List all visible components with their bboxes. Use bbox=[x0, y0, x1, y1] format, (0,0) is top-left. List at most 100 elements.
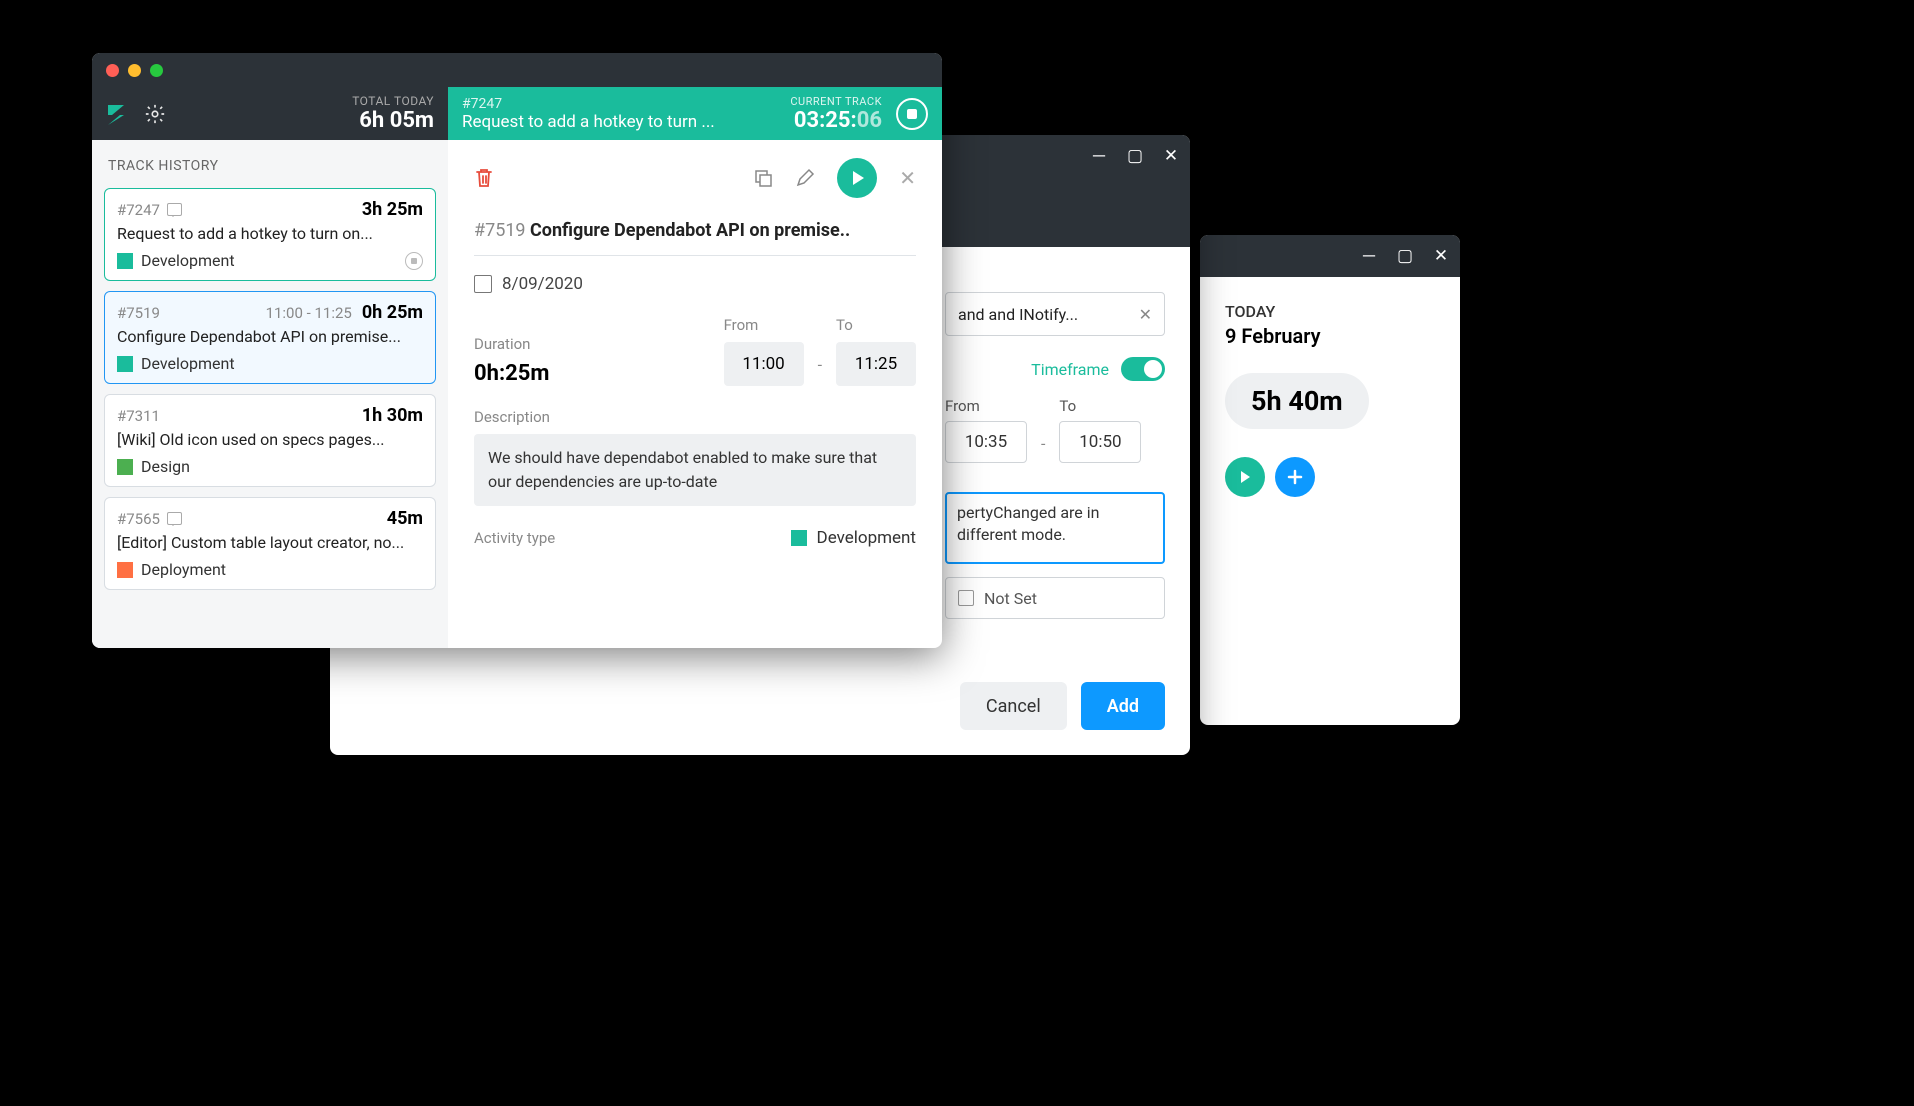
track-tag: Deployment bbox=[117, 560, 423, 579]
current-left: #7247 Request to add a hotkey to turn ..… bbox=[462, 96, 715, 132]
delete-icon[interactable] bbox=[474, 167, 494, 189]
maximize-icon[interactable]: ▢ bbox=[1126, 147, 1144, 165]
play-button[interactable] bbox=[1225, 457, 1265, 497]
duration-grid: Duration 0h:25m From 11:00 - To 11:25 bbox=[474, 316, 916, 386]
to-label: To bbox=[836, 316, 916, 334]
to-input[interactable]: 10:50 bbox=[1059, 421, 1141, 463]
mac-titlebar bbox=[92, 53, 942, 87]
date-row[interactable]: 8/09/2020 bbox=[474, 274, 916, 294]
track-title: [Editor] Custom table layout creator, no… bbox=[117, 533, 423, 552]
tag-square-icon bbox=[117, 253, 133, 269]
track-title: Configure Dependabot API on premise... bbox=[117, 327, 423, 346]
track-id: #7247 bbox=[117, 201, 182, 219]
track-row1: #7247 3h 25m bbox=[117, 199, 423, 220]
dash: - bbox=[1041, 434, 1045, 463]
comment-icon bbox=[167, 203, 182, 216]
detail-pane: ✕ #7519 Configure Dependabot API on prem… bbox=[448, 140, 942, 648]
activity-row: Activity type Development bbox=[474, 528, 916, 548]
current-label: CURRENT TRACK bbox=[790, 95, 882, 108]
description-text: We should have dependabot enabled to mak… bbox=[474, 434, 916, 506]
close-icon[interactable]: ✕ bbox=[1162, 147, 1180, 165]
tag-square-icon bbox=[791, 530, 807, 546]
close-dot[interactable] bbox=[106, 64, 119, 77]
timeframe-toggle[interactable] bbox=[1121, 357, 1165, 381]
minimize-icon[interactable]: ─ bbox=[1360, 247, 1378, 265]
from-col: From 10:35 bbox=[945, 397, 1027, 463]
track-card[interactable]: #7247 3h 25m Request to add a hotkey to … bbox=[104, 188, 436, 281]
track-card[interactable]: #7311 1h 30m [Wiki] Old icon used on spe… bbox=[104, 394, 436, 487]
cancel-button[interactable]: Cancel bbox=[960, 682, 1067, 730]
track-tag: Development bbox=[117, 251, 235, 270]
search-box[interactable]: and and INotify... ✕ bbox=[945, 292, 1165, 336]
play-button[interactable] bbox=[837, 158, 877, 198]
description-label: Description bbox=[474, 408, 916, 426]
play-icon bbox=[1238, 470, 1252, 484]
today-actions bbox=[1225, 457, 1435, 497]
minimize-icon[interactable]: ─ bbox=[1090, 147, 1108, 165]
to-value[interactable]: 11:25 bbox=[836, 342, 916, 386]
add-button[interactable] bbox=[1275, 457, 1315, 497]
track-duration: 1h 30m bbox=[362, 405, 423, 426]
from-col: From 11:00 bbox=[724, 316, 804, 386]
detail-id: #7519 bbox=[474, 220, 526, 241]
mini-stop-icon[interactable] bbox=[405, 252, 423, 270]
header-left: TOTAL TODAY 6h 05m bbox=[92, 87, 448, 140]
track-title: [Wiki] Old icon used on specs pages... bbox=[117, 430, 423, 449]
maximize-dot[interactable] bbox=[150, 64, 163, 77]
track-card[interactable]: #7519 11:00 - 11:250h 25m Configure Depe… bbox=[104, 291, 436, 384]
description-input[interactable]: pertyChanged are in different mode. bbox=[945, 492, 1165, 564]
duration-value: 0h:25m bbox=[474, 361, 710, 386]
today-body: TODAY 9 February 5h 40m bbox=[1200, 277, 1460, 522]
titlebar: ─ ▢ ✕ bbox=[1200, 235, 1460, 277]
checkbox-icon bbox=[958, 590, 974, 606]
track-duration: 3h 25m bbox=[362, 199, 423, 220]
total-value: 6h 05m bbox=[352, 108, 434, 133]
clear-icon[interactable]: ✕ bbox=[1139, 305, 1152, 324]
stop-button[interactable] bbox=[896, 98, 928, 130]
track-id: #7565 bbox=[117, 510, 182, 528]
tag-square-icon bbox=[117, 562, 133, 578]
current-id: #7247 bbox=[462, 96, 715, 112]
detail-actions: ✕ bbox=[474, 158, 916, 198]
copy-icon[interactable] bbox=[753, 168, 773, 188]
maximize-icon[interactable]: ▢ bbox=[1396, 247, 1414, 265]
add-button[interactable]: Add bbox=[1081, 682, 1165, 730]
edit-icon[interactable] bbox=[795, 168, 815, 188]
today-date: 9 February bbox=[1225, 324, 1435, 348]
track-card[interactable]: #7565 45m [Editor] Custom table layout c… bbox=[104, 497, 436, 590]
track-duration: 45m bbox=[387, 508, 423, 529]
body: TRACK HISTORY #7247 3h 25m Request to ad… bbox=[92, 140, 942, 648]
track-range: 11:00 - 11:25 bbox=[266, 304, 352, 322]
activity-select[interactable]: Not Set bbox=[945, 577, 1165, 619]
buttons-row: Cancel Add bbox=[960, 682, 1165, 730]
notset-label: Not Set bbox=[984, 589, 1037, 608]
comment-icon bbox=[167, 512, 182, 525]
search-value: and and INotify... bbox=[958, 305, 1078, 324]
today-total: 5h 40m bbox=[1225, 373, 1369, 429]
to-label: To bbox=[1059, 397, 1141, 415]
from-value[interactable]: 11:00 bbox=[724, 342, 804, 386]
duration-label: Duration bbox=[474, 335, 710, 353]
duration-col: Duration 0h:25m bbox=[474, 335, 710, 386]
current-right: CURRENT TRACK 03:25:06 bbox=[790, 95, 928, 133]
actions-right: ✕ bbox=[753, 158, 916, 198]
track-row1: #7565 45m bbox=[117, 508, 423, 529]
timeframe-label: Timeframe bbox=[1031, 360, 1109, 379]
activity-tag: Development bbox=[791, 528, 916, 548]
sidebar: TRACK HISTORY #7247 3h 25m Request to ad… bbox=[92, 140, 448, 648]
close-icon[interactable]: ✕ bbox=[899, 166, 916, 190]
stop-icon bbox=[907, 109, 917, 119]
track-tag: Development bbox=[117, 354, 423, 373]
calendar-icon bbox=[474, 275, 492, 293]
minimize-dot[interactable] bbox=[128, 64, 141, 77]
track-id: #7311 bbox=[117, 407, 160, 425]
to-col: To 10:50 bbox=[1059, 397, 1141, 463]
detail-title-text: Configure Dependabot API on premise.. bbox=[530, 220, 850, 241]
plus-icon bbox=[1287, 469, 1303, 485]
search-field[interactable]: and and INotify... ✕ bbox=[945, 292, 1165, 336]
fromto-row: From 10:35 - To 10:50 bbox=[945, 397, 1165, 463]
header: TOTAL TODAY 6h 05m #7247 Request to add … bbox=[92, 87, 942, 140]
settings-icon[interactable] bbox=[144, 103, 166, 125]
close-icon[interactable]: ✕ bbox=[1432, 247, 1450, 265]
from-input[interactable]: 10:35 bbox=[945, 421, 1027, 463]
